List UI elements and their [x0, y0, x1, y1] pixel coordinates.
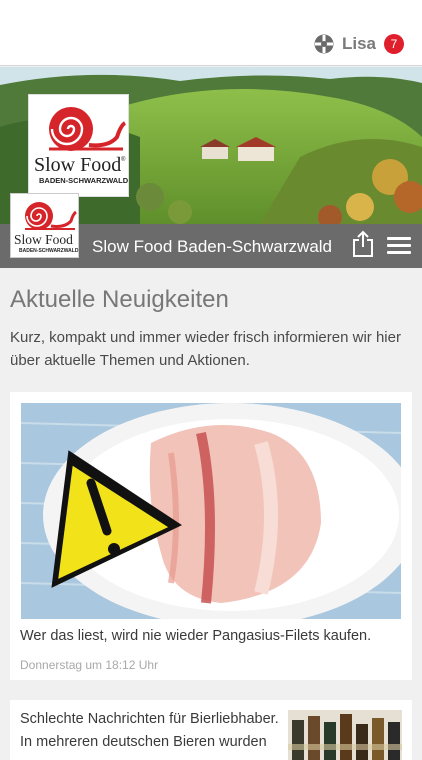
- article-thumbnail: [288, 710, 402, 760]
- article-card[interactable]: Schlechte Nachrichten für Bierliebhaber.…: [10, 700, 412, 760]
- slowfood-logo-large: Slow Food ® BADEN-SCHWARZWALD: [28, 94, 129, 197]
- svg-text:®: ®: [121, 156, 126, 163]
- hamburger-menu-icon[interactable]: [387, 237, 411, 255]
- site-title[interactable]: Slow Food Baden-Schwarzwald: [92, 237, 332, 257]
- logo-subtitle: BADEN-SCHWARZWALD: [39, 176, 129, 185]
- article-title[interactable]: Schlechte Nachrichten für Bierliebhaber.…: [20, 708, 280, 754]
- article-title[interactable]: Wer das liest, wird nie wieder Pangasius…: [20, 628, 371, 644]
- top-bar: Lisa 7: [0, 0, 422, 66]
- svg-text:BADEN-SCHWARZWALD: BADEN-SCHWARZWALD: [19, 248, 79, 254]
- page-title: Aktuelle Neuigkeiten: [10, 286, 229, 313]
- svg-text:Slow Food: Slow Food: [14, 232, 73, 247]
- article-image: [21, 403, 401, 619]
- slowfood-logo-small[interactable]: Slow Food BADEN-SCHWARZWALD: [10, 193, 79, 258]
- article-card[interactable]: Wer das liest, wird nie wieder Pangasius…: [10, 392, 412, 680]
- article-date: Donnerstag um 18:12 Uhr: [20, 658, 159, 672]
- slowfood-user-icon: [314, 34, 334, 54]
- user-account[interactable]: Lisa 7: [314, 32, 404, 56]
- notification-badge[interactable]: 7: [384, 34, 404, 54]
- intro-text: Kurz, kompakt und immer wieder frisch in…: [10, 329, 401, 369]
- user-name: Lisa: [341, 34, 376, 53]
- header: Slow Food ® BADEN-SCHWARZWALD Slow Food …: [0, 67, 422, 268]
- share-icon[interactable]: [351, 230, 375, 258]
- logo-text: Slow Food: [34, 154, 121, 176]
